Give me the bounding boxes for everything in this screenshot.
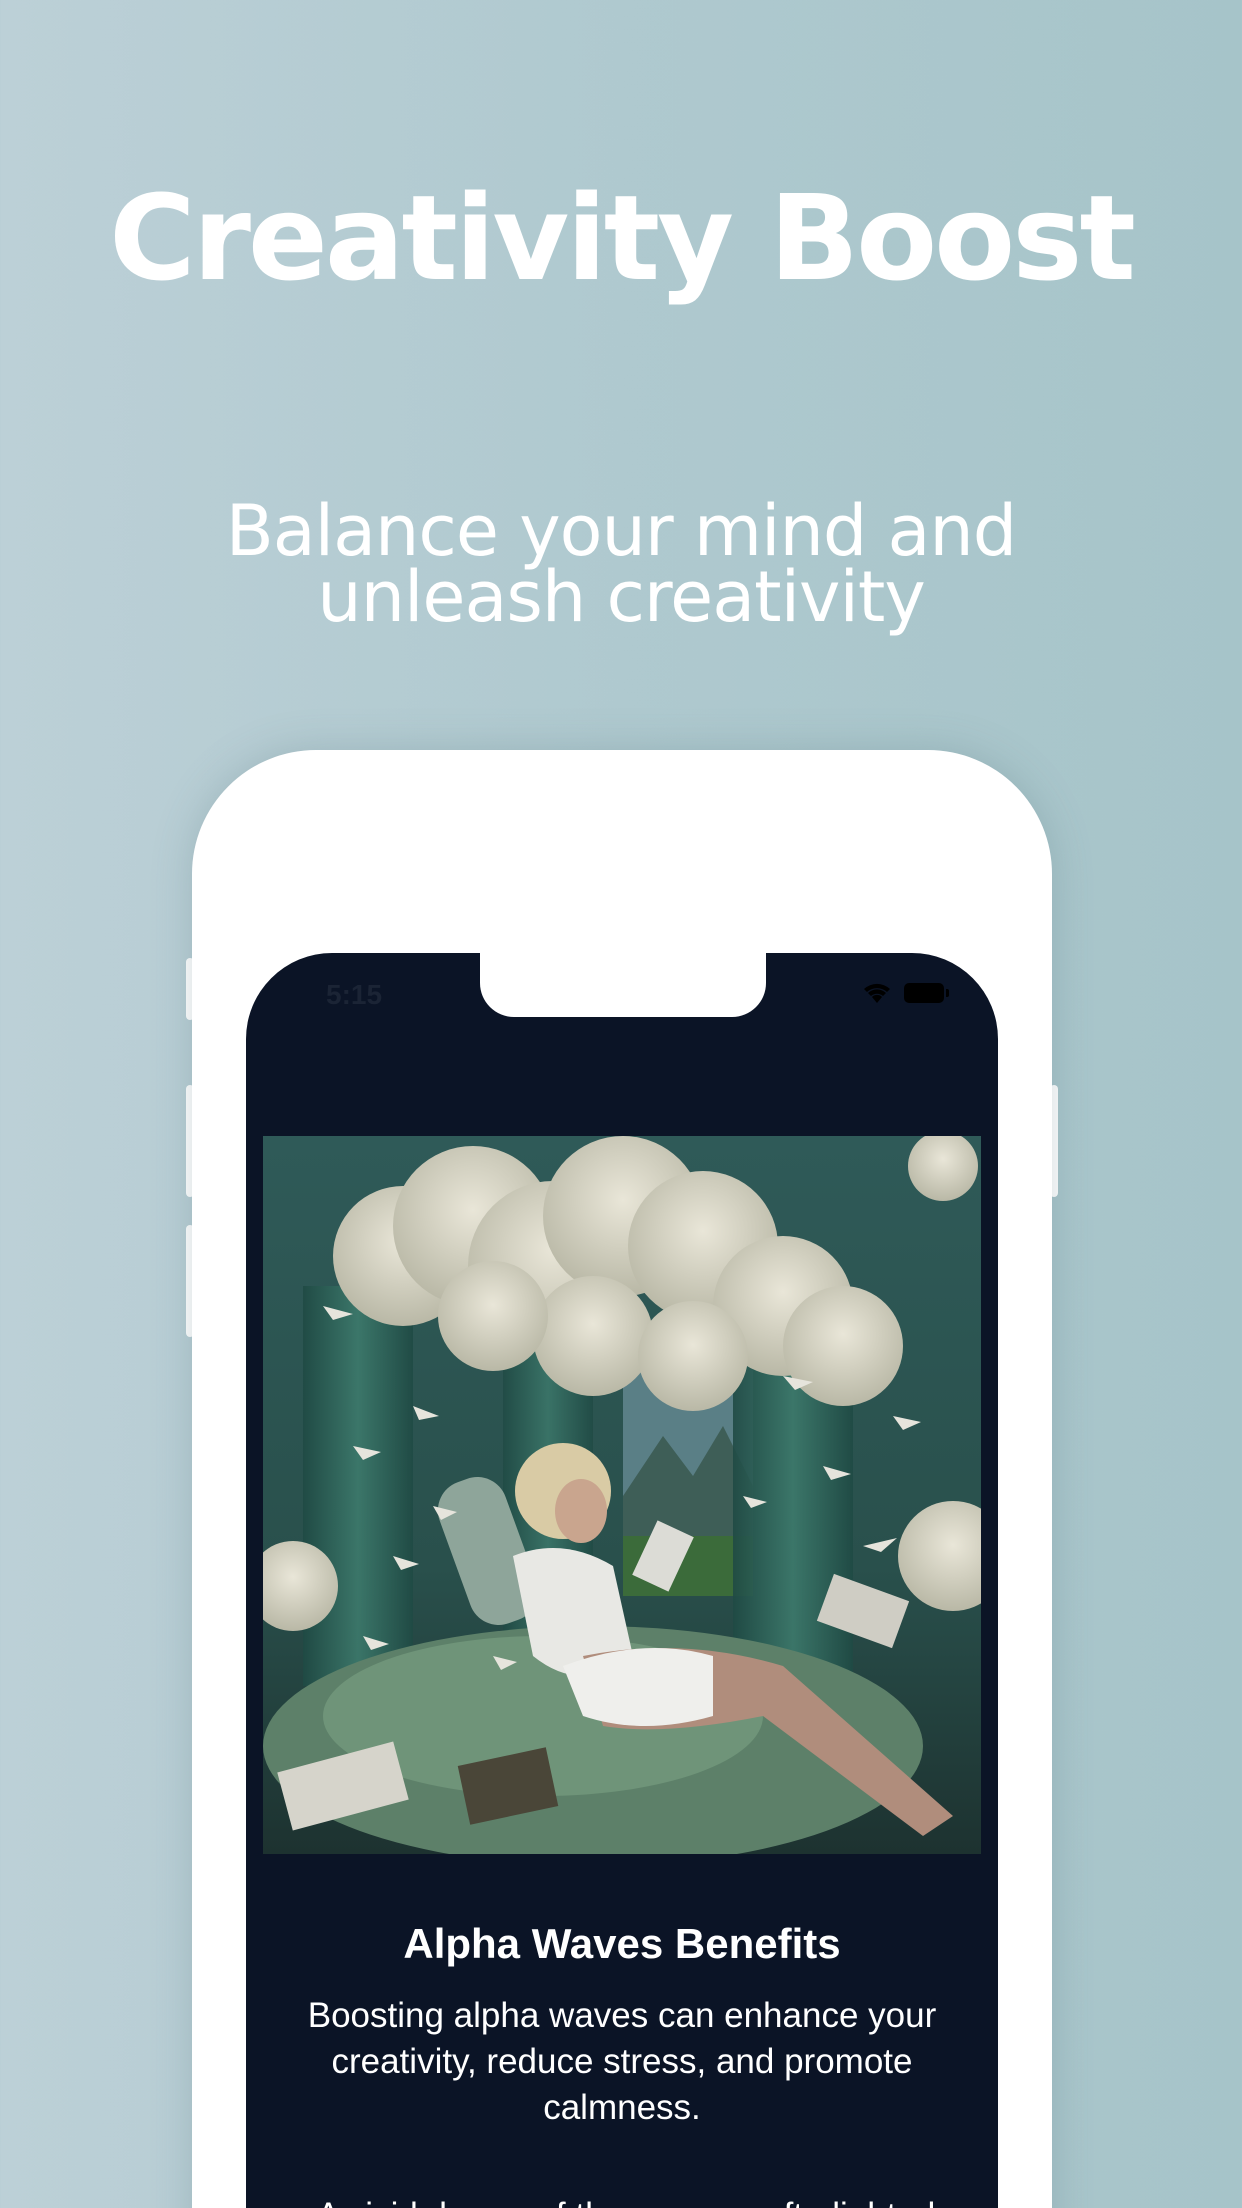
phone-notch [480,953,766,1017]
promo-headline: Creativity Boost [109,169,1136,307]
card-body: Boosting alpha waves can enhance your cr… [307,1996,937,2127]
card-body-partial: A vivid dream of the scene, soft...light… [256,2193,996,2208]
phone-screen: 5:15 Alpha Waves Benefits Boosting alpha… [246,953,998,2208]
battery-icon [904,983,949,1003]
status-icons [862,981,949,1005]
status-time: 5:15 [326,979,383,1010]
promo-subline-line2: unleash creativity [317,556,926,638]
card-title: Alpha Waves Benefits [403,1920,841,1967]
woman-reading-under-clouds-illustration [263,1136,981,1854]
wifi-icon [864,983,890,1003]
hero-image [263,1136,981,1854]
promo-subline-line1: Balance your mind and [225,490,1017,572]
promo-subline: Balance your mind and unleash creativity [0,490,1242,638]
